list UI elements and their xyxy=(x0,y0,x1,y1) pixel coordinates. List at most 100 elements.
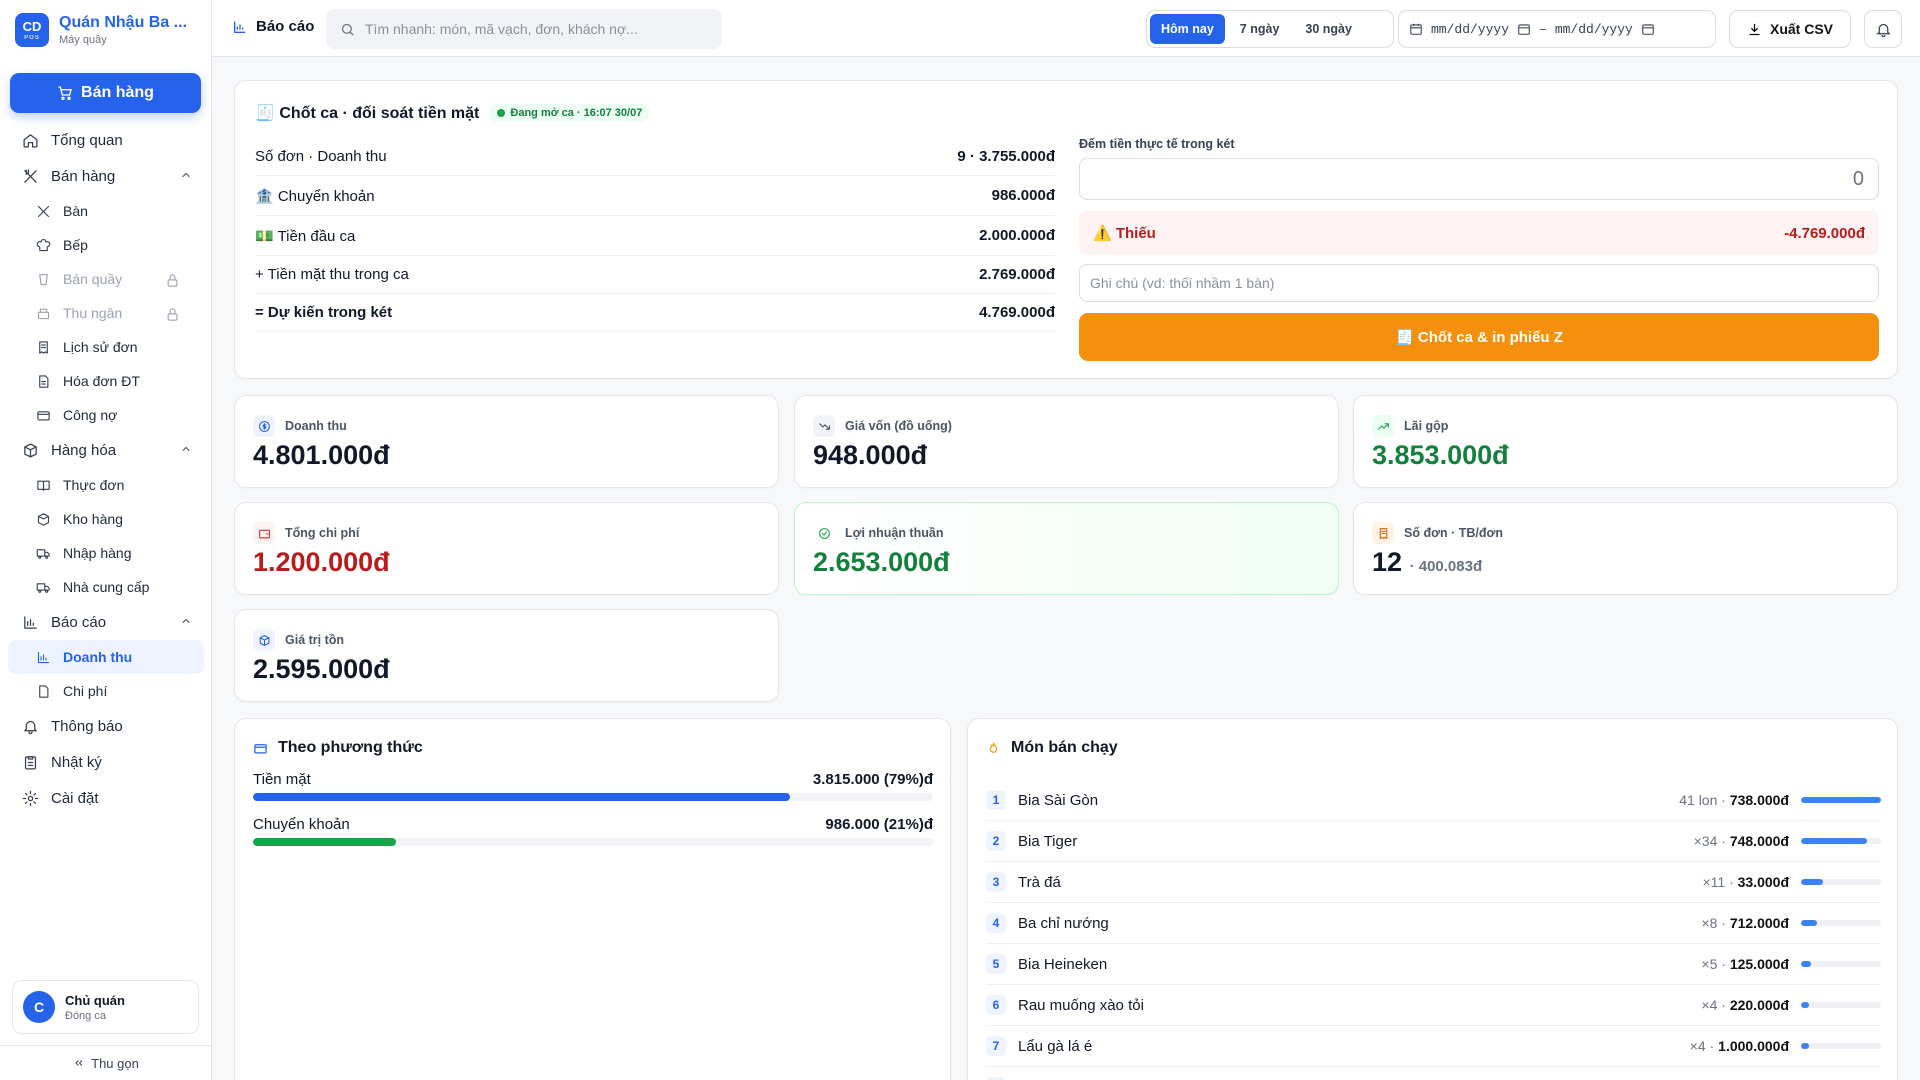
top-item-row[interactable]: 7 Lẩu gà lá é ×4 · 1.000.000đ xyxy=(986,1026,1881,1067)
stat-value: 4.801.000đ xyxy=(253,440,390,470)
sidebar-item-cashier[interactable]: Thu ngân xyxy=(8,296,204,330)
range-today[interactable]: Hôm nay xyxy=(1150,14,1225,44)
brand[interactable]: CD POS Quán Nhậu Ba ... Máy quầy xyxy=(15,13,187,47)
card-title: Theo phương thức xyxy=(253,739,423,757)
stat-label: Tổng chi phí xyxy=(285,526,360,540)
summary-value: 986.000đ xyxy=(991,187,1055,204)
close-shift-button[interactable]: 🧾 Chốt ca & in phiếu Z xyxy=(1079,313,1879,361)
date-to-input[interactable]: mm/dd/yyyy xyxy=(1555,22,1633,37)
sidebar-item-tables[interactable]: Bàn xyxy=(8,194,204,228)
stat-card-cost: Giá vốn (đồ uống) 948.000đ xyxy=(794,395,1339,488)
top-item-row[interactable]: 6 Rau muống xào tỏi ×4 · 220.000đ xyxy=(986,985,1881,1026)
sidebar-item-menu[interactable]: Thực đơn xyxy=(8,468,204,502)
rank-badge: 4 xyxy=(986,913,1006,933)
shift-status-text: Đang mở ca · 16:07 30/07 xyxy=(510,107,643,119)
summary-label: 💵 Tiền đầu ca xyxy=(255,227,356,245)
sidebar-item-label: Nhập hàng xyxy=(63,545,132,561)
search-input[interactable] xyxy=(365,21,705,37)
sidebar-item-settings[interactable]: Cài đặt xyxy=(8,780,204,816)
top-items-list: 1 Bia Sài Gòn 41 lon · 738.000đ 2 Bia Tiger ×… xyxy=(986,780,1881,1080)
sidebar-item-logs[interactable]: Nhật ký xyxy=(8,744,204,780)
top-items-card: Món bán chạy 1 Bia Sài Gòn 41 lon · 738.00… xyxy=(967,718,1898,1080)
stat-label-row: Giá trị tồn xyxy=(253,629,344,651)
item-name: Lẩu gà lá é xyxy=(1018,1037,1093,1055)
sidebar-item-label: Hàng hóa xyxy=(51,441,117,459)
sidebar-item-debts[interactable]: Công nợ xyxy=(8,398,204,432)
notifications-button[interactable] xyxy=(1864,10,1902,48)
sell-button[interactable]: Bán hàng xyxy=(10,73,201,113)
stat-value: 12 · 400.083đ xyxy=(1372,547,1482,578)
calendar-icon[interactable] xyxy=(1641,22,1655,36)
gear-icon xyxy=(22,790,39,806)
sidebar-item-imports[interactable]: Nhập hàng xyxy=(8,536,204,570)
sidebar-item-notifications[interactable]: Thông báo xyxy=(8,708,204,744)
rank-badge: 6 xyxy=(986,995,1006,1015)
box-icon xyxy=(253,629,275,651)
shift-note-input[interactable] xyxy=(1079,264,1879,302)
sidebar-group-sales[interactable]: Bán hàng xyxy=(8,158,204,194)
stat-card-expenses: Tổng chi phí 1.200.000đ xyxy=(234,502,779,595)
chef-hat-icon xyxy=(36,238,51,251)
calendar-icon[interactable] xyxy=(1517,22,1531,36)
search-box[interactable] xyxy=(326,9,722,49)
sidebar-item-expenses[interactable]: Chi phí xyxy=(8,674,204,708)
card-title: Món bán chạy xyxy=(986,739,1118,757)
item-qty: ×5 · xyxy=(1701,956,1726,972)
sidebar-item-warehouse[interactable]: Kho hàng xyxy=(8,502,204,536)
stat-card-inventory-value: Giá trị tồn 2.595.000đ xyxy=(234,609,779,702)
item-qty: ×8 · xyxy=(1701,915,1726,931)
item-bar-fill xyxy=(1801,961,1811,967)
collapse-sidebar-button[interactable]: Thu gọn xyxy=(0,1045,212,1080)
rank-badge: 5 xyxy=(986,954,1006,974)
sidebar-item-order-history[interactable]: Lịch sử đơn xyxy=(8,330,204,364)
stat-value: 2.595.000đ xyxy=(253,654,390,684)
top-item-row[interactable]: 2 Bia Tiger ×34 · 748.000đ xyxy=(986,821,1881,862)
shift-status-badge: Đang mở ca · 16:07 30/07 xyxy=(489,104,651,122)
item-qty-amount: ×34 · 748.000đ xyxy=(1694,833,1789,849)
item-amount: 748.000đ xyxy=(1729,833,1789,849)
truck-icon xyxy=(36,582,50,593)
sidebar-item-label: Nhà cung cấp xyxy=(63,579,150,595)
cash-count-input[interactable] xyxy=(1079,158,1879,200)
top-item-row[interactable]: 4 Ba chỉ nướng ×8 · 712.000đ xyxy=(986,903,1881,944)
shift-close-title-row: 🧾 Chốt ca · đối soát tiền mặt Đang mở ca… xyxy=(255,103,651,123)
stat-label: Doanh thu xyxy=(285,419,347,433)
sidebar-item-label: Nhật ký xyxy=(51,753,102,771)
item-qty-amount: ×11 · 33.000đ xyxy=(1702,874,1789,890)
sidebar-item-kitchen[interactable]: Bếp xyxy=(8,228,204,262)
user-card[interactable]: C Chủ quán Đóng ca xyxy=(12,980,199,1034)
user-role: Đóng ca xyxy=(65,1009,106,1022)
rank-badge: 7 xyxy=(986,1036,1006,1056)
sidebar-item-counter[interactable]: Bán quầy xyxy=(8,262,204,296)
range-7-days[interactable]: 7 ngày xyxy=(1229,14,1291,44)
sidebar-group-reports[interactable]: Báo cáo xyxy=(8,604,204,640)
range-30-days[interactable]: 30 ngày xyxy=(1294,14,1363,44)
top-item-row[interactable]: 1 Bia Sài Gòn 41 lon · 738.000đ xyxy=(986,780,1881,821)
bell-icon xyxy=(1875,23,1891,37)
item-bar-track xyxy=(1801,1002,1881,1008)
summary-label: + Tiền mặt thu trong ca xyxy=(255,266,409,283)
item-bar-track xyxy=(1801,1043,1881,1049)
top-item-row[interactable]: 5 Bia Heineken ×5 · 125.000đ xyxy=(986,944,1881,985)
item-amount: 712.000đ xyxy=(1729,915,1789,931)
sidebar-item-e-invoice[interactable]: Hóa đơn ĐT xyxy=(8,364,204,398)
sidebar-item-overview[interactable]: Tổng quan xyxy=(8,122,204,158)
sidebar-item-label: Công nợ xyxy=(63,407,118,423)
sell-button-label: Bán hàng xyxy=(81,84,154,101)
calendar-icon xyxy=(1410,23,1422,35)
method-value: 986.000 (21%)đ xyxy=(825,816,933,833)
truck-icon xyxy=(36,548,50,559)
file-text-icon xyxy=(39,374,49,388)
utensils-icon xyxy=(37,205,50,217)
item-qty: ×4 · xyxy=(1689,1038,1715,1054)
item-bar-fill xyxy=(1801,797,1881,803)
sidebar-group-goods[interactable]: Hàng hóa xyxy=(8,432,204,468)
sidebar-item-suppliers[interactable]: Nhà cung cấp xyxy=(8,570,204,604)
top-item-row[interactable]: 3 Trà đá ×11 · 33.000đ xyxy=(986,862,1881,903)
export-csv-button[interactable]: Xuất CSV xyxy=(1729,10,1851,48)
top-item-row[interactable]: 8Nước ngọt3 lon · 45.000đ xyxy=(986,1067,1881,1080)
date-from-input[interactable]: mm/dd/yyyy xyxy=(1431,22,1509,37)
shift-close-title: 🧾 Chốt ca · đối soát tiền mặt xyxy=(255,105,480,122)
sidebar-item-revenue[interactable]: Doanh thu xyxy=(8,640,204,674)
summary-value: 9 · 3.755.000đ xyxy=(957,148,1055,165)
